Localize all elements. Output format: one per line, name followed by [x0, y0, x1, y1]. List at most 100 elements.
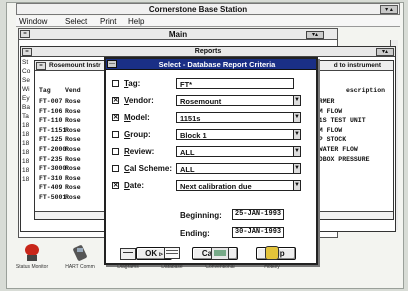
tray-label: Conventional	[205, 264, 235, 270]
menu-print[interactable]: Print	[100, 17, 116, 26]
hart-comm-icon	[69, 244, 91, 262]
chevron-down-icon[interactable]: ▼	[293, 146, 301, 157]
reports-left-fragment: Ba	[22, 104, 30, 111]
column-header-tag[interactable]: Tag	[39, 87, 51, 94]
table-row-tag[interactable]: FT-409	[39, 183, 66, 193]
database-icon	[161, 244, 183, 262]
table-row-vendor[interactable]: Rose	[65, 97, 81, 107]
report-criteria-dialog: — Select - Database Report Criteria Tag:…	[104, 57, 318, 265]
chevron-down-icon[interactable]: ▼	[293, 163, 301, 174]
model-checkbox[interactable]: ✕	[112, 114, 119, 121]
tray-item-conventional[interactable]: Conventional	[198, 244, 242, 270]
vendor-checkbox[interactable]: ✕	[112, 97, 119, 104]
table-row-tag[interactable]: FT-5001	[39, 193, 66, 203]
table-row-description[interactable]: EDWATER FLOW	[311, 145, 370, 155]
tray-item-hotkey[interactable]: Hotkey	[250, 244, 294, 270]
window-size-buttons[interactable]: ▾ ▴	[380, 5, 398, 14]
table-row-vendor[interactable]: Rose	[65, 155, 81, 165]
date-checkbox[interactable]: ✕	[112, 182, 119, 189]
table-row-description[interactable]: FORMER	[311, 97, 370, 107]
menu-bar: Window Select Print Help	[16, 16, 400, 27]
status-monitor-icon	[21, 244, 43, 262]
vendor-value: Rosemount	[180, 97, 222, 106]
tray-item-hart-comm[interactable]: HART Comm	[58, 244, 102, 270]
group-label: Group:	[124, 130, 151, 139]
menu-help[interactable]: Help	[128, 17, 144, 26]
table-row-description[interactable]: EAM FLOW	[311, 107, 370, 117]
chevron-down-icon[interactable]: ▼	[293, 95, 301, 106]
table-row-tag[interactable]: FT-1151	[39, 126, 66, 136]
conventional-icon	[209, 244, 231, 262]
ending-label: Ending:	[180, 229, 210, 238]
review-checkbox[interactable]	[112, 148, 119, 155]
tray-item-status-monitor[interactable]: Status Monitor	[10, 244, 54, 270]
cal-scheme-checkbox[interactable]	[112, 165, 119, 172]
criteria-row-model: ✕ Model: 1151s ▼	[112, 112, 312, 124]
vendor-label: Vendor:	[124, 96, 154, 105]
tag-input[interactable]: FT*	[176, 78, 294, 89]
table-row-vendor[interactable]: Rose	[65, 126, 81, 136]
tag-checkbox[interactable]	[112, 80, 119, 87]
criteria-row-cal-scheme: Cal Scheme: ALL ▼	[112, 163, 312, 175]
model-label: Model:	[124, 113, 150, 122]
table-row-vendor[interactable]: Rose	[65, 135, 81, 145]
table-row-vendor[interactable]: Rose	[65, 174, 81, 184]
dialog-titlebar: — Select - Database Report Criteria	[106, 59, 316, 70]
date-dropdown[interactable]: Next calibration due ▼	[176, 180, 301, 191]
table-row-tag[interactable]: FT-106	[39, 107, 66, 117]
reports-titlebar: = Reports ▾▴	[21, 47, 395, 57]
table-row-tag[interactable]: FT-110	[39, 116, 66, 126]
table-row-vendor[interactable]: Rose	[65, 145, 81, 155]
reports-left-fragment: 18	[22, 167, 30, 174]
main-size-buttons[interactable]: ▾▴	[306, 31, 324, 39]
reports-left-fragment: St	[22, 59, 29, 66]
tray-item-diagrams[interactable]: Diagrams	[106, 244, 150, 270]
table-row-description[interactable]: 151S TEST UNIT	[311, 116, 370, 126]
cal-scheme-dropdown[interactable]: ALL ▼	[176, 163, 301, 174]
menu-window[interactable]: Window	[19, 17, 47, 26]
table-row-vendor[interactable]: Rose	[65, 183, 81, 193]
chevron-down-icon[interactable]: ▼	[293, 112, 301, 123]
dialog-system-menu-icon[interactable]: —	[107, 60, 117, 68]
group-checkbox[interactable]	[112, 131, 119, 138]
criteria-row-review: Review: ALL ▼	[112, 146, 312, 158]
ending-date-field[interactable]: 30-JAN-1993	[232, 227, 284, 238]
table-row-tag[interactable]: FT-3000	[39, 164, 66, 174]
vendor-column: Rose Rose Rose Rose Rose Rose Rose Rose Rose Rose…	[65, 97, 81, 203]
list-system-menu-icon[interactable]: =	[36, 62, 46, 70]
reports-left-fragment: 18	[22, 122, 30, 129]
table-row-description[interactable]: EADBOX PRESSURE	[311, 155, 370, 165]
tray-label: Status Monitor	[15, 264, 49, 270]
group-dropdown[interactable]: Block 1 ▼	[176, 129, 301, 140]
beginning-date-field[interactable]: 25-JAN-1993	[232, 209, 284, 220]
table-row-vendor[interactable]: Rose	[65, 164, 81, 174]
table-row-tag[interactable]: FT-310	[39, 174, 66, 184]
table-row-description[interactable]: ULP STOCK	[311, 135, 370, 145]
reports-size-buttons[interactable]: ▾▴	[376, 48, 394, 56]
review-dropdown[interactable]: ALL ▼	[176, 146, 301, 157]
app-title: Cornerstone Base Station	[148, 5, 248, 14]
main-title: Main	[168, 30, 188, 39]
hotkey-icon	[261, 244, 283, 262]
table-row-tag[interactable]: FT-2000	[39, 145, 66, 155]
model-dropdown[interactable]: 1151s ▼	[176, 112, 301, 123]
date-label: Date:	[124, 181, 145, 190]
reports-left-fragment: Wi	[22, 86, 30, 93]
review-label: Review:	[124, 147, 155, 156]
table-row-tag[interactable]: FT-235	[39, 155, 66, 165]
column-header-description[interactable]: escription	[346, 87, 385, 94]
reports-left-labels: St Co Se Wi Ey Ba Ta 18 18 18 18 18 18 18	[22, 58, 30, 184]
chevron-down-icon[interactable]: ▼	[293, 129, 301, 140]
menu-select[interactable]: Select	[65, 17, 87, 26]
cal-scheme-label: Cal Scheme:	[124, 164, 173, 173]
table-row-tag[interactable]: FT-007	[39, 97, 66, 107]
column-header-vendor[interactable]: Vend	[65, 87, 81, 94]
table-row-tag[interactable]: FT-125	[39, 135, 66, 145]
table-row-description[interactable]: EAM FLOW	[311, 126, 370, 136]
vendor-dropdown[interactable]: Rosemount ▼	[176, 95, 301, 106]
tray-item-database[interactable]: Database	[150, 244, 194, 270]
chevron-down-icon[interactable]: ▼	[293, 180, 301, 191]
table-row-vendor[interactable]: Rose	[65, 193, 81, 203]
table-row-vendor[interactable]: Rose	[65, 107, 81, 117]
table-row-vendor[interactable]: Rose	[65, 116, 81, 126]
